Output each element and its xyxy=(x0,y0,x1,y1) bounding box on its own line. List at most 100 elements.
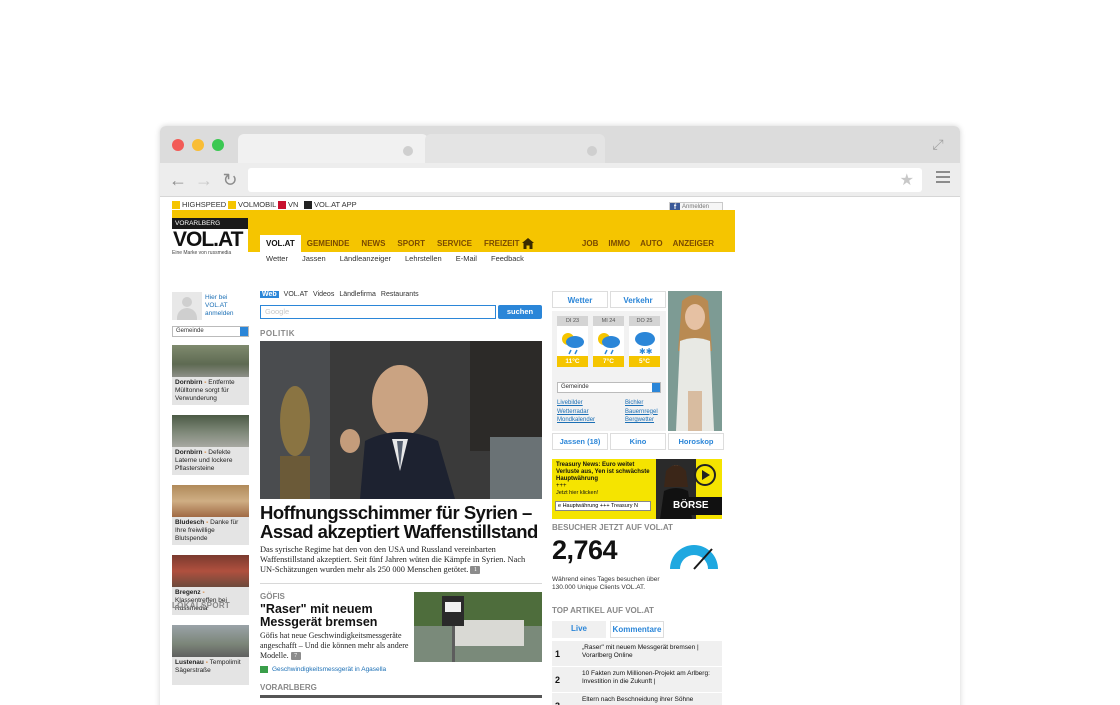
search-tab-laendlefirma[interactable]: Ländlefirma xyxy=(339,291,376,298)
vol-app-icon xyxy=(304,200,312,209)
rain-sun-icon xyxy=(557,326,588,356)
story-photo xyxy=(414,592,542,662)
subnav-email[interactable]: E-Mail xyxy=(456,254,477,263)
browser-tab-inactive[interactable] xyxy=(425,134,605,163)
comment-count-icon[interactable]: 7 xyxy=(290,651,301,660)
quick-jassen[interactable]: Jassen (18) xyxy=(552,433,608,450)
chevron-down-icon xyxy=(652,383,660,392)
search-button[interactable]: suchen xyxy=(498,305,542,319)
hero-image[interactable] xyxy=(260,341,542,499)
nav-vol-at[interactable]: VOL.AT xyxy=(260,235,301,252)
vol-app-link[interactable]: VOL.AT APP xyxy=(304,200,357,209)
nav-auto[interactable]: AUTO xyxy=(635,235,668,252)
weather-day[interactable]: DO 25 ✱✱ 5°C xyxy=(629,316,660,367)
weather-gemeinde-select[interactable]: Gemeinde xyxy=(557,382,661,393)
link-bauernregel[interactable]: Bauernregel xyxy=(625,408,658,417)
nav-service[interactable]: SERVICE xyxy=(431,235,478,252)
vol-at-logo[interactable]: VORARLBERG ONLINE VOL.AT Eine Marke von … xyxy=(172,218,248,258)
nav-anzeiger[interactable]: ANZEIGER xyxy=(668,235,719,252)
hamburger-menu-icon[interactable] xyxy=(936,171,950,185)
promo-image[interactable] xyxy=(668,291,722,431)
hero-photo xyxy=(260,341,542,499)
close-window-button[interactable] xyxy=(172,139,184,151)
snow-cloud-icon: ✱✱ xyxy=(629,326,660,356)
home-icon[interactable] xyxy=(522,238,534,249)
story-image[interactable] xyxy=(414,592,542,662)
link-bergwetter[interactable]: Bergwetter xyxy=(625,416,658,425)
nav-sport[interactable]: SPORT xyxy=(391,235,431,252)
local-news-item[interactable]: Dornbirn - Defekte Laterne und lockere P… xyxy=(172,415,250,475)
nav-freizeit[interactable]: FREIZEIT xyxy=(478,235,526,252)
story-headline[interactable]: "Raser" mit neuem Messgerät bremsen xyxy=(260,603,410,629)
fullscreen-icon[interactable]: ⤢ xyxy=(930,136,946,152)
browser-tab-active[interactable] xyxy=(238,134,428,163)
list-item[interactable]: 1 „Raser" mit neuem Messgerät bremsen | V… xyxy=(552,641,722,666)
subnav-lehrstellen[interactable]: Lehrstellen xyxy=(405,254,442,263)
link-bichler[interactable]: Bichler xyxy=(625,399,658,408)
gemeinde-select[interactable]: Gemeinde xyxy=(172,326,249,337)
subnav-laendleanzeiger[interactable]: Ländleanzeiger xyxy=(340,254,391,263)
vn-link[interactable]: VN xyxy=(278,200,298,209)
subnav-wetter[interactable]: Wetter xyxy=(266,254,288,263)
ad-plus: +++ xyxy=(556,483,567,489)
forward-arrow-icon[interactable]: → xyxy=(194,170,214,190)
search-tab-restaurants[interactable]: Restaurants xyxy=(381,291,419,298)
local-news-item[interactable]: Bludesch - Danke für Ihre freiwillige Bl… xyxy=(172,485,250,545)
subnav-jassen[interactable]: Jassen xyxy=(302,254,326,263)
weather-day[interactable]: MI 24 7°C xyxy=(593,316,624,367)
tab-close-icon[interactable] xyxy=(587,146,597,156)
link-mondkalender[interactable]: Mondkalender xyxy=(557,416,595,425)
weather-day[interactable]: DI 23 11°C xyxy=(557,316,588,367)
related-link-label: Geschwindigkeitsmessgerät in Agasella xyxy=(272,666,387,673)
volmobil-icon xyxy=(228,200,236,209)
local-news-item[interactable]: Dornbirn - Entfernte Mülltonne sorgt für… xyxy=(172,345,250,405)
browser-toolbar: ← → ↻ ★ xyxy=(160,163,960,197)
address-bar[interactable]: ★ xyxy=(248,168,922,192)
avatar xyxy=(172,292,202,320)
ad-cta[interactable]: Jetzt hier klicken! xyxy=(556,490,598,496)
tab-live[interactable]: Live xyxy=(552,621,606,638)
subnav-feedback[interactable]: Feedback xyxy=(491,254,524,263)
list-item[interactable]: 2 10 Fakten zum Millionen-Projekt am Arlb… xyxy=(552,667,722,692)
nav-job[interactable]: JOB xyxy=(577,235,603,252)
weather-widget: DI 23 11°C MI 24 7°C DO 25 ✱✱ 5°C Gemein… xyxy=(552,311,666,431)
nav-gemeinde[interactable]: GEMEINDE xyxy=(301,235,356,252)
list-item[interactable]: 3 Eltern nach Beschneidung ihrer Söhne xyxy=(552,693,722,705)
search-input[interactable]: Google xyxy=(260,305,496,319)
related-link[interactable]: Geschwindigkeitsmessgerät in Agasella xyxy=(260,666,386,673)
tab-verkehr[interactable]: Verkehr xyxy=(610,291,666,308)
hero-teaser: Das syrische Regime hat den von den USA … xyxy=(260,545,542,575)
search-tab-videos[interactable]: Videos xyxy=(313,291,334,298)
login-link[interactable]: Hier bei VOL.AT anmelden xyxy=(205,294,245,318)
sub-navigation: Wetter Jassen Ländleanzeiger Lehrstellen… xyxy=(266,254,538,263)
nav-immo[interactable]: IMMO xyxy=(603,235,635,252)
news-teaser: Dornbirn - Defekte Laterne und lockere P… xyxy=(172,447,249,475)
search-tab-web[interactable]: Web xyxy=(260,291,279,298)
divider xyxy=(260,583,542,584)
rank-number: 2 xyxy=(555,675,561,685)
vn-label: VN xyxy=(288,200,299,209)
quick-kino[interactable]: Kino xyxy=(610,433,666,450)
tab-kommentare[interactable]: Kommentare xyxy=(610,621,664,638)
minimize-window-button[interactable] xyxy=(192,139,204,151)
ad-banner[interactable]: Treasury News: Euro weitet Verluste aus,… xyxy=(552,459,722,519)
hero-headline[interactable]: Hoffnungsschimmer für Syrien – Assad akz… xyxy=(260,503,542,541)
link-wetterradar[interactable]: Wetterradar xyxy=(557,408,595,417)
ad-ticker: e Hauptwährung +++ Treasury N xyxy=(555,501,651,511)
maximize-window-button[interactable] xyxy=(212,139,224,151)
highspeed-link[interactable]: HIGHSPEED xyxy=(172,200,226,209)
nav-news[interactable]: NEWS xyxy=(355,235,391,252)
reload-icon[interactable]: ↻ xyxy=(220,170,240,190)
back-arrow-icon[interactable]: ← xyxy=(168,170,188,190)
local-news-item[interactable]: Lustenau - Tempolimit Sägerstraße xyxy=(172,625,250,685)
play-icon[interactable] xyxy=(694,464,716,486)
bookmark-star-icon[interactable]: ★ xyxy=(900,170,914,190)
main-navigation: VOL.AT GEMEINDE NEWS SPORT SERVICE FREIZ… xyxy=(260,235,526,252)
link-livebilder[interactable]: Livebilder xyxy=(557,399,595,408)
comment-count-icon[interactable]: 1 xyxy=(470,566,481,575)
volmobil-link[interactable]: VOLMOBIL xyxy=(228,200,276,209)
quick-horoskop[interactable]: Horoskop xyxy=(668,433,724,450)
search-tab-vol-at[interactable]: VOL.AT xyxy=(284,291,308,298)
tab-close-icon[interactable] xyxy=(403,146,413,156)
tab-wetter[interactable]: Wetter xyxy=(552,291,608,308)
